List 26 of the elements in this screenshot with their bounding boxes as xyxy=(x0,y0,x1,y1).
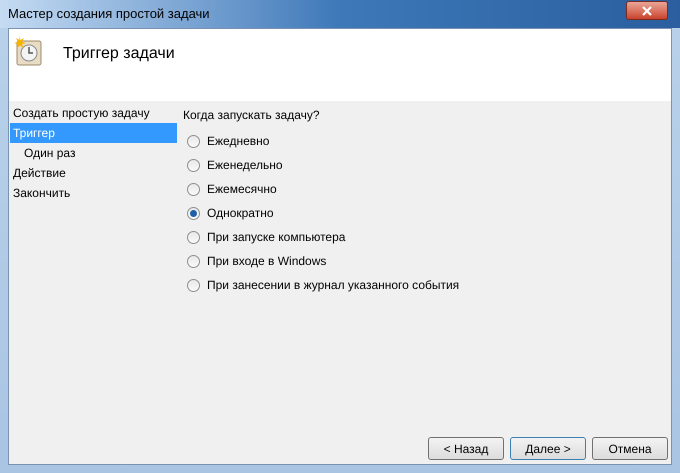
window-title: Мастер создания простой задачи xyxy=(8,5,210,24)
wizard-step[interactable]: Действие xyxy=(10,163,177,183)
radio-button[interactable] xyxy=(187,278,200,292)
wizard-button[interactable]: Отмена xyxy=(592,437,668,460)
close-button[interactable] xyxy=(626,1,668,20)
radio-option[interactable]: Еженедельно xyxy=(187,153,460,177)
radio-option[interactable]: Однократно xyxy=(187,201,460,225)
radio-option[interactable]: При запуске компьютера xyxy=(187,225,460,249)
page-title: Триггер задачи xyxy=(63,44,175,64)
radio-option[interactable]: При входе в Windows xyxy=(187,249,460,273)
wizard-button[interactable]: Далее > xyxy=(510,437,586,460)
question-label: Когда запускать задачу? xyxy=(183,107,321,124)
radio-option[interactable]: Ежедневно xyxy=(187,129,460,153)
radio-button[interactable] xyxy=(187,230,200,244)
radio-button[interactable] xyxy=(187,254,200,268)
radio-button[interactable] xyxy=(187,182,200,196)
wizard-step[interactable]: Создать простую задачу xyxy=(10,103,177,123)
radio-button[interactable] xyxy=(187,134,200,148)
radio-option[interactable]: При занесении в журнал указанного события xyxy=(187,273,460,297)
wizard-step[interactable]: Один раз xyxy=(10,143,177,163)
radio-option[interactable]: Ежемесячно xyxy=(187,177,460,201)
wizard-step[interactable]: Закончить xyxy=(10,183,177,203)
radio-button[interactable] xyxy=(187,158,200,172)
close-icon xyxy=(642,6,652,16)
radio-button[interactable] xyxy=(187,206,200,220)
wizard-button[interactable]: < Назад xyxy=(428,437,504,460)
